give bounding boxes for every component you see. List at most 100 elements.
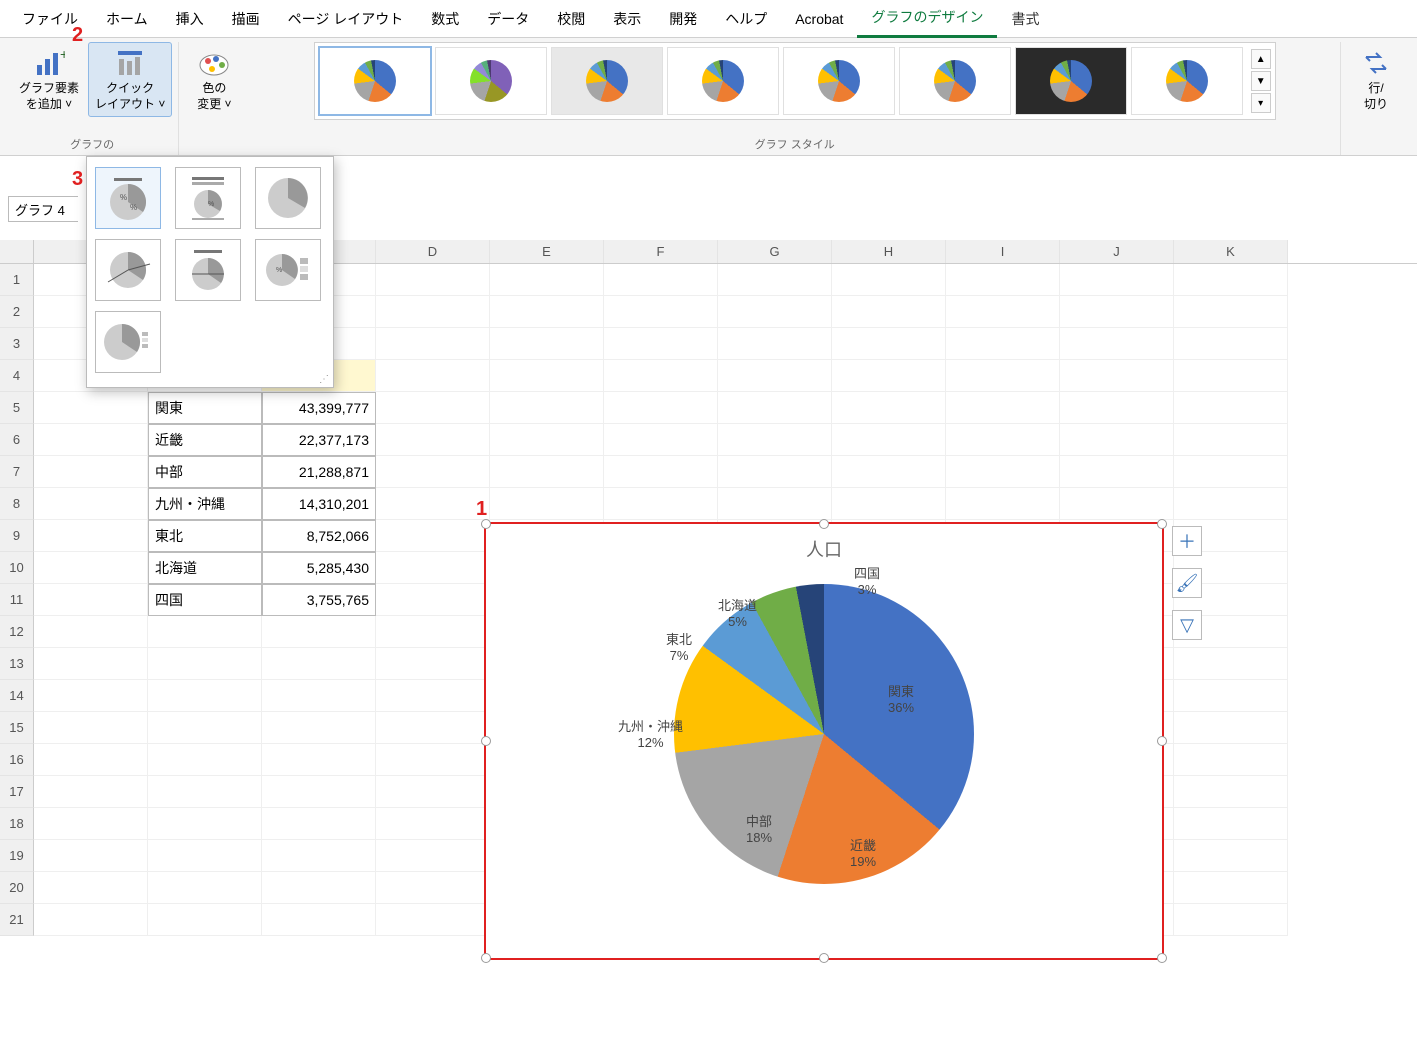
cell-B17[interactable] [148,776,262,808]
cell-E5[interactable] [490,392,604,424]
cell-H7[interactable] [832,456,946,488]
cell-A14[interactable] [34,680,148,712]
row-header-2[interactable]: 2 [0,296,34,328]
cell-B20[interactable] [148,872,262,904]
cell-B13[interactable] [148,648,262,680]
cell-D8[interactable] [376,488,490,520]
column-header-I[interactable]: I [946,240,1060,263]
cell-K16[interactable] [1174,744,1288,776]
row-header-13[interactable]: 13 [0,648,34,680]
cell-A8[interactable] [34,488,148,520]
gallery-more-button[interactable]: ▾ [1251,93,1271,113]
cell-D3[interactable] [376,328,490,360]
cell-E8[interactable] [490,488,604,520]
cell-D20[interactable] [376,872,490,904]
cell-C9[interactable]: 8,752,066 [262,520,376,552]
layout-option-2[interactable]: % [175,167,241,229]
row-header-15[interactable]: 15 [0,712,34,744]
column-header-G[interactable]: G [718,240,832,263]
row-header-19[interactable]: 19 [0,840,34,872]
row-header-18[interactable]: 18 [0,808,34,840]
cell-B7[interactable]: 中部 [148,456,262,488]
cell-B21[interactable] [148,904,262,936]
cell-E6[interactable] [490,424,604,456]
cell-C11[interactable]: 3,755,765 [262,584,376,616]
cell-C10[interactable]: 5,285,430 [262,552,376,584]
cell-I5[interactable] [946,392,1060,424]
cell-D1[interactable] [376,264,490,296]
cell-I3[interactable] [946,328,1060,360]
cell-K4[interactable] [1174,360,1288,392]
gallery-down-button[interactable]: ▼ [1251,71,1271,91]
ribbon-tab-4[interactable]: ページ レイアウト [274,1,418,37]
cell-B9[interactable]: 東北 [148,520,262,552]
cell-J1[interactable] [1060,264,1174,296]
cell-J6[interactable] [1060,424,1174,456]
chart-style-4[interactable] [667,47,779,115]
chart-elements-button[interactable]: ＋ [1172,526,1202,556]
cell-I1[interactable] [946,264,1060,296]
row-header-21[interactable]: 21 [0,904,34,936]
ribbon-tab-10[interactable]: ヘルプ [711,1,781,37]
cell-B19[interactable] [148,840,262,872]
ribbon-tab-13[interactable]: 書式 [997,1,1053,37]
chart-styles-button[interactable]: 🖌 [1172,568,1202,598]
pie-chart[interactable]: 関東36%近畿19%中部18%九州・沖縄12%東北7%北海道5%四国3% [674,584,974,884]
cell-D9[interactable] [376,520,490,552]
cell-D11[interactable] [376,584,490,616]
cell-A10[interactable] [34,552,148,584]
chart-style-7[interactable] [1015,47,1127,115]
cell-H2[interactable] [832,296,946,328]
cell-I8[interactable] [946,488,1060,520]
cell-D14[interactable] [376,680,490,712]
cell-I2[interactable] [946,296,1060,328]
cell-A19[interactable] [34,840,148,872]
row-header-8[interactable]: 8 [0,488,34,520]
cell-A20[interactable] [34,872,148,904]
row-header-14[interactable]: 14 [0,680,34,712]
cell-H8[interactable] [832,488,946,520]
cell-A17[interactable] [34,776,148,808]
select-all-corner[interactable] [0,240,34,263]
cell-A7[interactable] [34,456,148,488]
chart-object[interactable]: 人口 関東36%近畿19%中部18%九州・沖縄12%東北7%北海道5%四国3% [484,522,1164,960]
cell-K13[interactable] [1174,648,1288,680]
cell-C6[interactable]: 22,377,173 [262,424,376,456]
row-header-1[interactable]: 1 [0,264,34,296]
cell-K19[interactable] [1174,840,1288,872]
layout-option-4[interactable] [95,239,161,301]
cell-D21[interactable] [376,904,490,936]
cell-F4[interactable] [604,360,718,392]
ribbon-tab-12[interactable]: グラフのデザイン [857,0,997,38]
cell-H4[interactable] [832,360,946,392]
cell-K15[interactable] [1174,712,1288,744]
cell-J3[interactable] [1060,328,1174,360]
cell-B12[interactable] [148,616,262,648]
cell-I4[interactable] [946,360,1060,392]
ribbon-tab-3[interactable]: 描画 [218,1,274,37]
row-header-16[interactable]: 16 [0,744,34,776]
cell-F6[interactable] [604,424,718,456]
ribbon-tab-5[interactable]: 数式 [417,1,473,37]
cell-F2[interactable] [604,296,718,328]
ribbon-tab-2[interactable]: 挿入 [162,1,218,37]
ribbon-tab-11[interactable]: Acrobat [781,3,857,35]
cell-G6[interactable] [718,424,832,456]
cell-G3[interactable] [718,328,832,360]
chart-style-2[interactable] [435,47,547,115]
cell-C15[interactable] [262,712,376,744]
cell-H1[interactable] [832,264,946,296]
cell-G1[interactable] [718,264,832,296]
cell-E1[interactable] [490,264,604,296]
cell-C14[interactable] [262,680,376,712]
cell-B16[interactable] [148,744,262,776]
cell-F1[interactable] [604,264,718,296]
cell-C21[interactable] [262,904,376,936]
layout-option-1[interactable]: %% [95,167,161,229]
cell-K8[interactable] [1174,488,1288,520]
cell-K21[interactable] [1174,904,1288,936]
cell-J2[interactable] [1060,296,1174,328]
layout-option-3[interactable] [255,167,321,229]
chart-style-8[interactable] [1131,47,1243,115]
cell-A16[interactable] [34,744,148,776]
